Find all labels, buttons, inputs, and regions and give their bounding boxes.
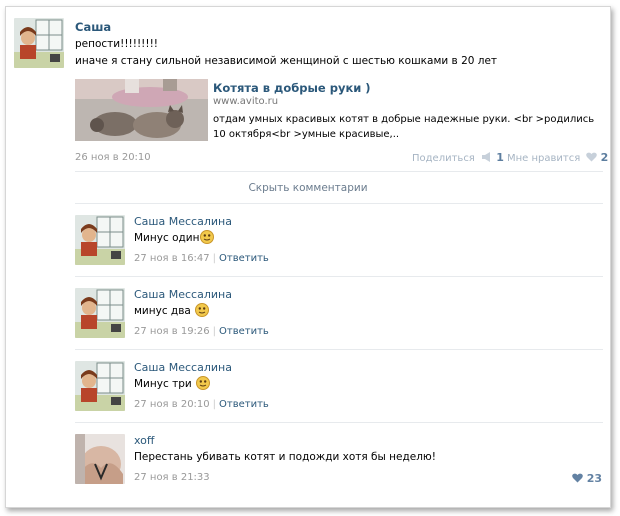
comment-like-count: 23 <box>586 472 602 485</box>
megaphone-icon <box>482 152 491 162</box>
post-date[interactable]: 26 ноя в 20:10 <box>75 152 151 163</box>
comment-date[interactable]: 27 ноя в 19:26 <box>134 326 210 337</box>
reply-link[interactable]: Ответить <box>219 399 269 410</box>
attachment-description: отдам умных красивых котят в добрые наде… <box>213 114 595 140</box>
comment-text-content: Минус три <box>134 378 192 390</box>
heart-icon <box>572 473 583 483</box>
comment-text-content: минус два <box>134 305 191 317</box>
comment-meta: 27 ноя в 21:33 <box>134 472 210 483</box>
like-count: 2 <box>600 151 609 164</box>
comment-meta: 27 ноя в 19:26 | Ответить <box>134 326 269 337</box>
like-button[interactable]: Мне нравится 2 <box>507 151 608 164</box>
comment-text: Перестань убивать котят и подожди хотя б… <box>134 449 436 465</box>
comment-text: минус два <box>134 303 210 319</box>
commenter-avatar[interactable] <box>75 361 125 411</box>
comment-text-content: Минус один <box>134 232 200 244</box>
attachment-thumbnail[interactable] <box>75 79 208 141</box>
divider <box>75 276 603 277</box>
comment-meta: 27 ноя в 16:47 | Ответить <box>134 253 269 264</box>
reply-link[interactable]: Ответить <box>219 253 269 264</box>
reply-link[interactable]: Ответить <box>219 326 269 337</box>
commenter-avatar-xoff[interactable] <box>75 434 125 484</box>
comment-date[interactable]: 27 ноя в 16:47 <box>134 253 210 264</box>
commenter-avatar[interactable] <box>75 215 125 265</box>
smiley-emoji-icon <box>200 230 215 244</box>
comment-date[interactable]: 27 ноя в 21:33 <box>134 472 210 483</box>
share-button[interactable]: Поделиться 1 <box>412 151 504 164</box>
comment-text: Минус три <box>134 376 211 392</box>
divider <box>75 422 603 423</box>
author-avatar[interactable] <box>14 18 64 68</box>
share-label: Поделиться <box>412 153 475 164</box>
smiley-emoji-icon <box>196 376 211 390</box>
comment-author[interactable]: xoff <box>134 434 154 447</box>
like-label: Мне нравится <box>507 153 581 164</box>
heart-icon <box>586 152 598 162</box>
comment-text-content: Перестань убивать котят и подожди хотя б… <box>134 451 436 463</box>
comment-text: Минус один <box>134 230 215 246</box>
smiley-emoji-icon <box>195 303 210 317</box>
divider <box>75 349 603 350</box>
post-text-line-1: репости!!!!!!!!! <box>75 38 159 50</box>
post-text-line-2: иначе я стану сильной независимой женщин… <box>75 55 498 67</box>
comment-like-button[interactable]: 23 <box>572 472 602 485</box>
post-author-name[interactable]: Саша <box>75 20 111 34</box>
share-count: 1 <box>496 151 504 164</box>
divider <box>75 171 603 172</box>
comment-author[interactable]: Саша Мессалина <box>134 288 232 301</box>
post-card: Саша репости!!!!!!!!! иначе я стану силь… <box>5 6 611 508</box>
divider <box>75 203 603 204</box>
comment-date[interactable]: 27 ноя в 20:10 <box>134 399 210 410</box>
comment-author[interactable]: Саша Мессалина <box>134 215 232 228</box>
comment-meta: 27 ноя в 20:10 | Ответить <box>134 399 269 410</box>
attachment-title[interactable]: Котята в добрые руки ) <box>213 81 371 95</box>
comment-author[interactable]: Саша Мессалина <box>134 361 232 374</box>
hide-comments-link[interactable]: Скрыть комментарии <box>6 182 610 194</box>
attachment-url[interactable]: www.avito.ru <box>213 96 278 107</box>
commenter-avatar[interactable] <box>75 288 125 338</box>
